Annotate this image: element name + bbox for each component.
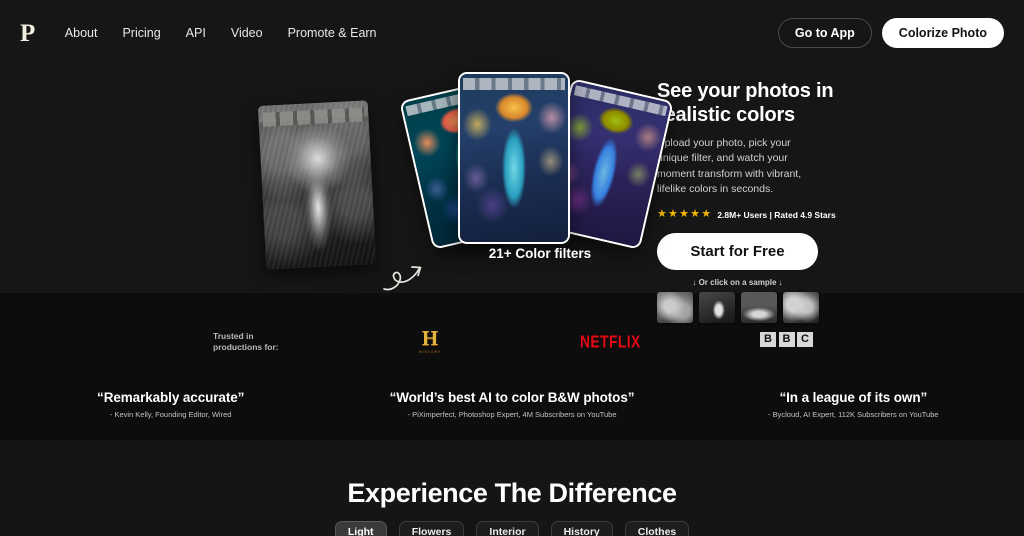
testimonial-quote-text: “World’s best AI to color B&W photos”	[389, 390, 635, 405]
nav-actions: Go to App Colorize Photo	[777, 18, 1004, 48]
testimonial-attribution-text: - Bycloud, AI Expert, 112K Subscribers o…	[768, 410, 939, 419]
hero-visual: 21+ Color filters	[0, 60, 674, 291]
testimonial-quote-text: “Remarkably accurate”	[97, 390, 245, 405]
navbar: P About Pricing API Video Promote & Earn…	[0, 0, 1024, 66]
colorized-photo-fan	[399, 60, 674, 260]
tab-light[interactable]: Light	[334, 521, 387, 536]
testimonial-attribution-text: - Kevin Kelly, Founding Editor, Wired	[109, 410, 232, 419]
nav-link-api[interactable]: API	[186, 26, 206, 40]
photo-filmstrip	[463, 78, 565, 90]
rating-row: ★★★★★ 2.8M+ Users | Rated 4.9 Stars	[657, 209, 987, 220]
curved-arrow-icon	[383, 266, 422, 291]
testimonial-attribution-text: - PiXimperfect, Photoshop Expert, 4M Sub…	[407, 410, 617, 419]
colorized-image-main	[460, 74, 568, 242]
original-bw-photo	[257, 100, 377, 270]
nav-link-pricing[interactable]: Pricing	[122, 26, 160, 40]
bbc-letter-c: C	[797, 332, 813, 347]
star-rating-icon: ★★★★★	[657, 208, 713, 221]
sample-thumbnail-4[interactable]	[783, 292, 819, 324]
bbc-letter-b2: B	[778, 332, 795, 347]
brand-logo[interactable]: P	[20, 21, 35, 46]
tab-clothes[interactable]: Clothes	[624, 521, 690, 536]
trusted-in-productions-label: Trusted in productions for:	[213, 331, 279, 354]
history-channel-logo: H HISTORY	[416, 326, 444, 355]
tab-history[interactable]: History	[550, 521, 613, 536]
trusted-label-line-1: Trusted in	[213, 331, 254, 341]
trusted-label-line-2: productions for:	[213, 342, 279, 353]
testimonial-1: “Remarkably accurate” - Kevin Kelly, Fou…	[0, 390, 341, 419]
testimonial-quote-text: “In a league of its own”	[779, 390, 928, 405]
landing-page: P About Pricing API Video Promote & Earn…	[0, 0, 1024, 536]
nav-link-video[interactable]: Video	[231, 26, 263, 40]
hero-copy: See your photos in realistic colors Uplo…	[657, 80, 987, 324]
rating-text: 2.8M+ Users | Rated 4.9 Stars	[717, 209, 836, 220]
experience-filter-tabs: Light Flowers Interior History Clothes	[0, 521, 1024, 536]
sample-hint-text: ↓ Or click on a sample ↓	[692, 278, 783, 288]
tab-interior[interactable]: Interior	[476, 521, 539, 536]
nav-link-promote-earn[interactable]: Promote & Earn	[288, 26, 377, 40]
start-for-free-button[interactable]: Start for Free	[657, 233, 818, 271]
nav-link-about[interactable]: About	[65, 26, 98, 40]
testimonial-quotes: “Remarkably accurate” - Kevin Kelly, Fou…	[0, 390, 1024, 419]
colorize-photo-button[interactable]: Colorize Photo	[881, 18, 1004, 48]
history-logo-wordmark: HISTORY	[418, 350, 442, 354]
testimonial-2: “World’s best AI to color B&W photos” - …	[341, 390, 682, 419]
sample-thumbnail-2[interactable]	[699, 292, 735, 324]
hero-subtitle: Upload your photo, pick your unique filt…	[657, 137, 802, 195]
sample-thumbnails	[657, 292, 987, 324]
color-filters-label: 21+ Color filters	[488, 246, 592, 261]
hero-title: See your photos in realistic colors	[657, 80, 834, 126]
sample-thumbnail-3[interactable]	[741, 292, 777, 324]
experience-section-title: Experience The Difference	[347, 478, 677, 508]
sample-thumbnail-1[interactable]	[657, 292, 693, 324]
colorized-photo-main[interactable]	[458, 72, 570, 244]
tab-flowers[interactable]: Flowers	[398, 521, 465, 536]
history-logo-mark: H	[421, 326, 439, 350]
bbc-logo: B B C	[760, 332, 813, 347]
testimonial-3: “In a league of its own” - Bycloud, AI E…	[683, 390, 1024, 419]
go-to-app-button[interactable]: Go to App	[777, 18, 872, 48]
nav-links: About Pricing API Video Promote & Earn	[65, 26, 377, 40]
netflix-logo: NETFLIX	[580, 332, 641, 353]
bbc-letter-b1: B	[760, 332, 776, 347]
